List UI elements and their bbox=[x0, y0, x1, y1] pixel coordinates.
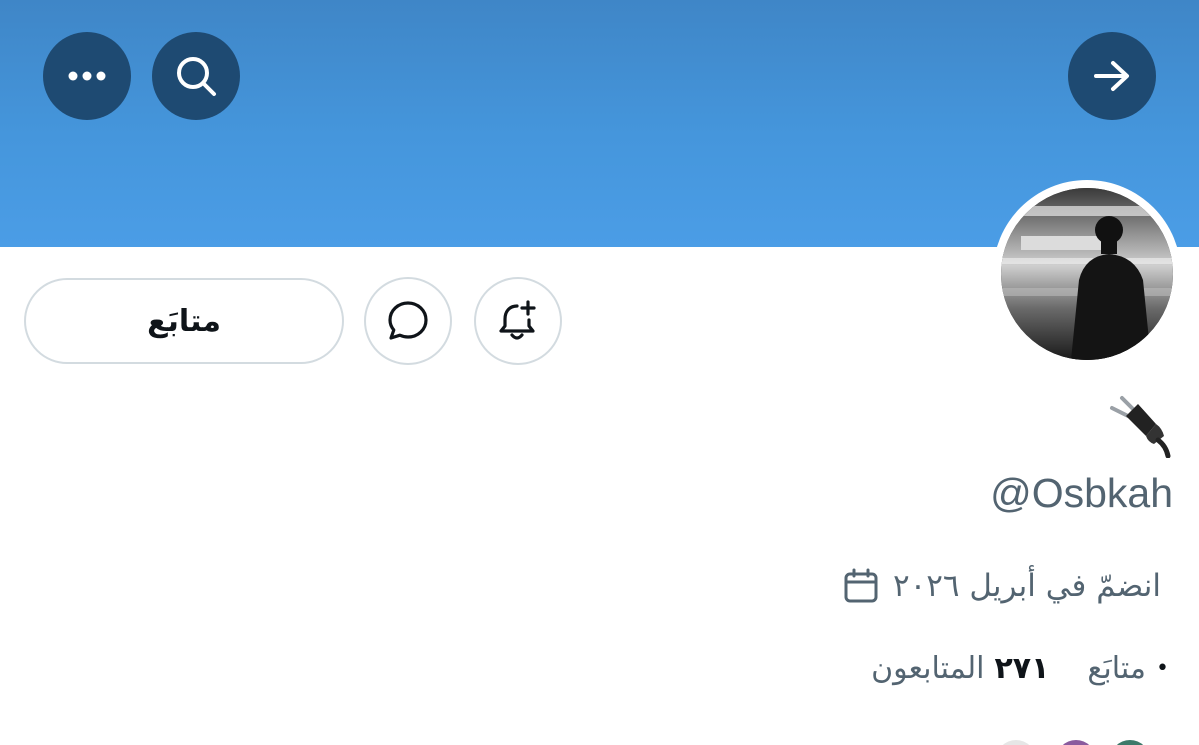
more-options-button[interactable] bbox=[43, 32, 131, 120]
separator-dot: • bbox=[1156, 655, 1169, 681]
follower-avatar bbox=[996, 740, 1036, 745]
more-horizontal-icon bbox=[68, 71, 106, 81]
following-button-label: متابَع bbox=[147, 303, 221, 339]
following-link[interactable]: متابَع bbox=[1087, 651, 1146, 686]
follow-stats: • متابَع ٢٧١ المتابعون bbox=[871, 644, 1169, 692]
followers-link[interactable]: المتابعون bbox=[871, 651, 984, 686]
calendar-icon bbox=[844, 568, 878, 603]
search-button[interactable] bbox=[152, 32, 240, 120]
follower-avatar bbox=[1110, 740, 1150, 745]
search-icon bbox=[177, 57, 216, 96]
back-button[interactable] bbox=[1068, 32, 1156, 120]
message-button[interactable] bbox=[364, 277, 452, 365]
arrow-right-icon bbox=[1094, 61, 1129, 91]
follower-avatar bbox=[1056, 740, 1096, 745]
followers-count[interactable]: ٢٧١ bbox=[994, 651, 1049, 686]
avatar-image bbox=[1001, 188, 1173, 360]
following-button[interactable]: متابَع bbox=[24, 278, 344, 364]
electric-plug-icon bbox=[1110, 396, 1171, 458]
avatar[interactable] bbox=[993, 180, 1181, 368]
username-handle: @Osbkah bbox=[990, 470, 1173, 516]
joined-date-text: انضمّ في أبريل ٢٠٢٦ bbox=[892, 568, 1161, 604]
notifications-button[interactable] bbox=[474, 277, 562, 365]
bell-plus-icon bbox=[499, 300, 536, 340]
joined-date: انضمّ في أبريل ٢٠٢٦ bbox=[843, 562, 1161, 610]
message-bubble-icon bbox=[388, 301, 428, 340]
